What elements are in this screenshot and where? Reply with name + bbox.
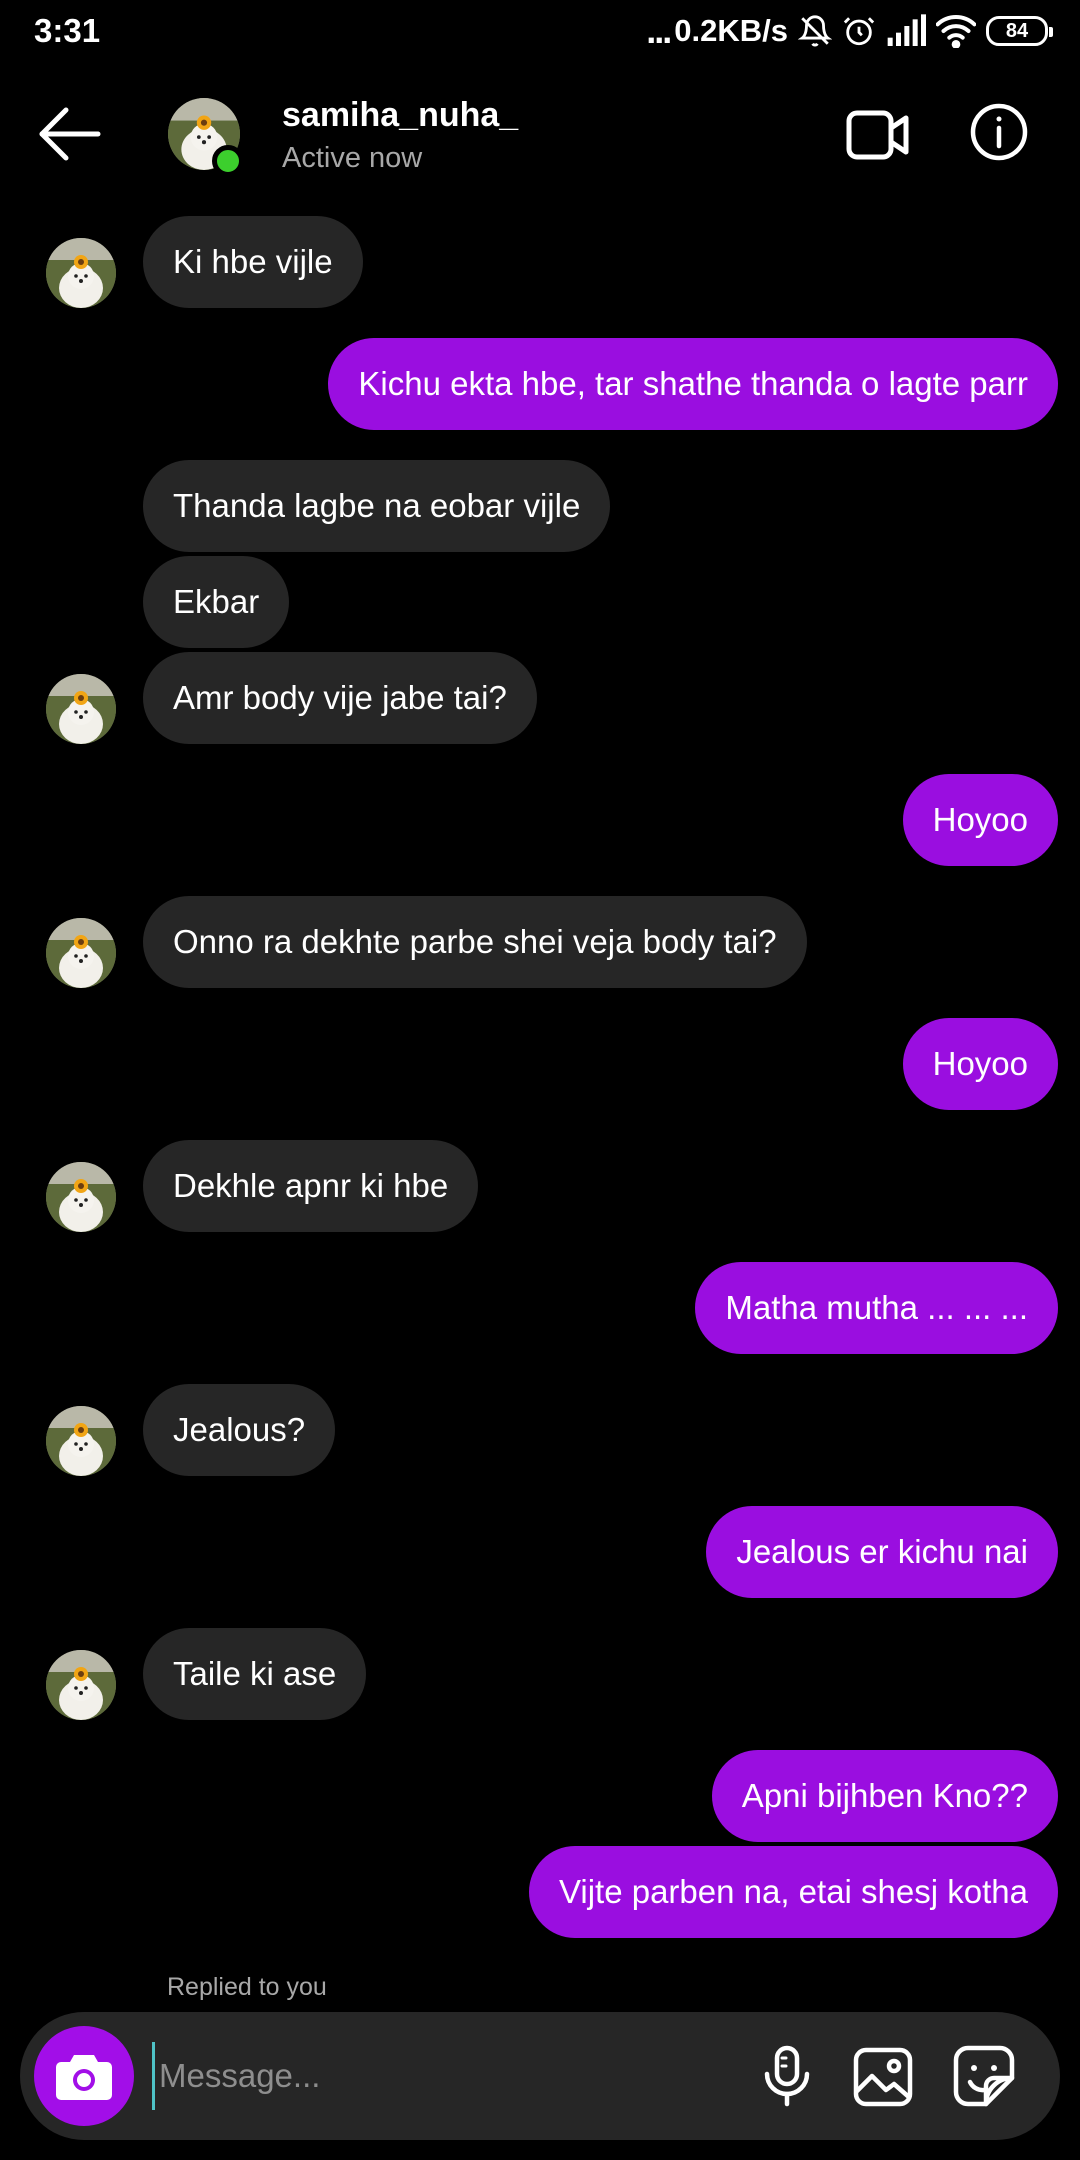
message-outgoing[interactable]: Kichu ekta hbe, tar shathe thanda o lagt… (328, 338, 1058, 430)
contact-username[interactable]: samiha_nuha_ (282, 96, 518, 135)
message-incoming[interactable]: Thanda lagbe na eobar vijle (143, 460, 611, 552)
network-speed-value: 0.2KB/s (674, 13, 788, 48)
camera-icon (56, 2055, 112, 2100)
sender-avatar[interactable] (46, 1650, 116, 1720)
message-outgoing[interactable]: Apni bijhben Kno?? (711, 1750, 1058, 1842)
camera-button[interactable] (34, 2026, 134, 2126)
message-incoming[interactable]: Taile ki ase (143, 1628, 367, 1720)
chat-header: samiha_nuha_ Active now (0, 78, 1080, 196)
message-incoming[interactable]: Ekbar (143, 556, 290, 648)
network-speed: ... 0.2KB/s (646, 10, 788, 52)
message-outgoing[interactable]: Hoyoo (902, 1018, 1058, 1110)
notification-dots: ... (646, 10, 672, 51)
sender-avatar[interactable] (46, 674, 116, 744)
message-outgoing[interactable]: Jealous er kichu nai (706, 1506, 1058, 1598)
message-composer (20, 2012, 1060, 2140)
wifi-icon (936, 15, 976, 48)
status-bar: 3:31 ... 0.2KB/s 84 (0, 0, 1080, 62)
sender-avatar[interactable] (46, 1406, 116, 1476)
message-incoming[interactable]: Jealous? (143, 1384, 336, 1476)
status-indicators: ... 0.2KB/s 84 (646, 10, 1053, 52)
info-icon[interactable] (969, 102, 1029, 162)
sender-avatar[interactable] (46, 918, 116, 988)
message-incoming[interactable]: Dekhle apnr ki hbe (143, 1140, 479, 1232)
bell-muted-icon (798, 15, 832, 47)
active-status: Active now (282, 142, 423, 174)
message-input[interactable] (152, 2042, 732, 2110)
sender-avatar[interactable] (46, 238, 116, 308)
status-time: 3:31 (34, 12, 101, 49)
battery-level: 84 (1005, 19, 1029, 42)
alarm-icon (843, 17, 875, 46)
sender-avatar[interactable] (46, 1162, 116, 1232)
microphone-icon[interactable] (755, 2044, 819, 2108)
video-call-icon[interactable] (846, 108, 910, 162)
gallery-icon[interactable] (852, 2046, 914, 2108)
reply-note: Replied to you (167, 1973, 327, 2001)
message-incoming[interactable]: Onno ra dekhte parbe shei veja body tai? (143, 896, 807, 988)
sticker-icon[interactable] (952, 2044, 1016, 2108)
message-outgoing[interactable]: Vijte parben na, etai shesj kotha (528, 1846, 1058, 1938)
back-arrow-icon[interactable] (38, 106, 102, 162)
online-indicator (212, 145, 244, 177)
battery-icon: 84 (986, 16, 1053, 46)
signal-icon (887, 14, 926, 47)
message-outgoing[interactable]: Matha mutha ... ... ... (695, 1262, 1058, 1354)
message-outgoing[interactable]: Hoyoo (902, 774, 1058, 866)
message-incoming[interactable]: Ki hbe vijle (143, 216, 363, 308)
message-incoming[interactable]: Amr body vije jabe tai? (143, 652, 537, 744)
